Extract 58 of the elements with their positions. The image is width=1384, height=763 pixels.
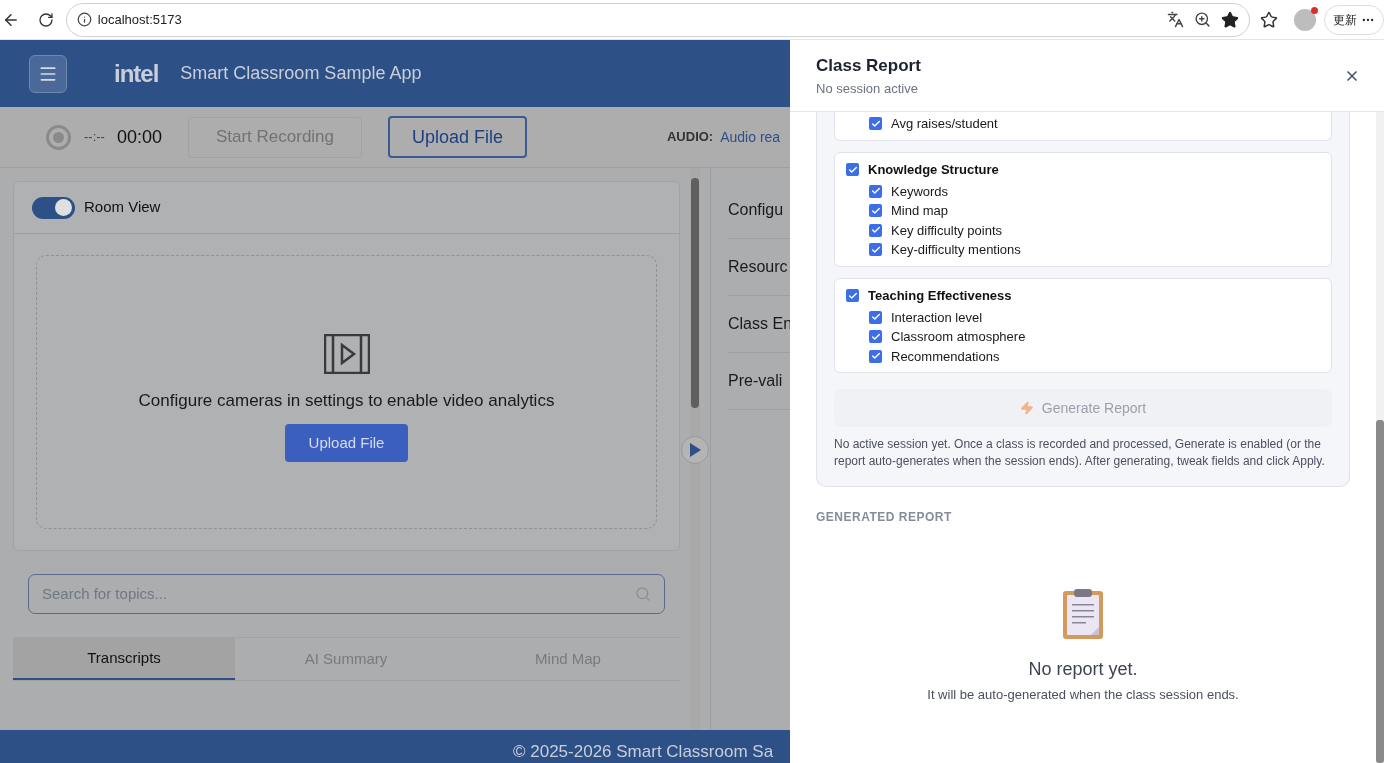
drawer-subtitle: No session active [816,79,919,98]
checkbox[interactable] [869,349,882,363]
logo: intel [114,58,159,89]
audio-label: AUDIO: [667,128,714,147]
star-icon[interactable] [1221,10,1240,29]
generated-report-heading: GENERATED REPORT [816,509,953,526]
favorites-icon[interactable] [1260,10,1279,29]
tab[interactable]: Transcripts [13,638,235,680]
reload-icon[interactable] [37,11,54,28]
generate-note: No active session yet. Once a class is recorded and processed, Generate is enabled (or the report auto-generates when the session ends). After generating, tweak fields and click Apply. [834,436,1326,470]
upload-file-button[interactable]: Upload File [388,116,527,158]
option-label: Interaction level [891,308,983,327]
empty-text: It will be auto-generated when the class session ends. [927,686,1239,704]
checkbox[interactable] [869,204,882,218]
checkbox[interactable] [869,310,882,324]
menu-button[interactable] [29,54,67,93]
timer: 00:00 [116,125,162,149]
room-view-label: Room View [84,197,161,218]
audio-status: Audio rea [720,127,781,147]
upload-file-button[interactable]: Upload File [285,423,408,462]
time-text: --:-- [84,128,105,147]
option-label: Key-difficulty mentions [891,241,1021,259]
option-label: Keywords [891,182,949,201]
option-label: Key difficulty points [891,221,1003,240]
room-view-toggle[interactable] [32,196,75,219]
group-label: Knowledge Structure [868,160,999,179]
checkbox[interactable] [869,330,882,344]
avatar-icon[interactable] [1294,8,1316,31]
option-label: Classroom atmosphere [891,328,1026,346]
search-input[interactable]: Search for topics... [42,582,635,606]
checkbox[interactable] [869,243,882,257]
scrollbar-thumb[interactable] [691,178,699,408]
checkbox[interactable] [869,223,882,237]
film-icon [323,334,370,375]
play-icon[interactable] [689,443,701,457]
search-field[interactable]: Search for topics... [28,574,665,614]
footer-text: © 2025-2026 Smart Classroom Sa [513,741,774,763]
record-indicator-icon [46,124,71,150]
option-label: Avg raises/student [891,115,998,133]
info-icon[interactable] [76,12,92,27]
camera-message: Configure cameras in settings to enable video analytics [138,390,555,413]
checkbox[interactable] [869,117,882,131]
bolt-icon [1019,401,1034,415]
play-button[interactable] [681,436,709,464]
drawer-title: Class Report [816,55,921,77]
checkbox[interactable] [869,184,882,198]
empty-title: No report yet. [1028,658,1138,681]
group-label: Teaching Effectiveness [868,286,1012,305]
app-title: Smart Classroom Sample App [180,62,422,85]
option-label: Recommendations [891,347,1000,366]
option-label: Mind map [891,202,949,220]
checkbox[interactable] [846,163,859,176]
url-text: localhost:5173 [97,10,182,29]
scrollbar-thumb[interactable] [1376,420,1384,763]
checkbox[interactable] [846,289,859,302]
clipboard-icon [1062,588,1104,640]
translate-icon[interactable] [1167,11,1185,28]
zoom-icon[interactable] [1194,11,1212,28]
